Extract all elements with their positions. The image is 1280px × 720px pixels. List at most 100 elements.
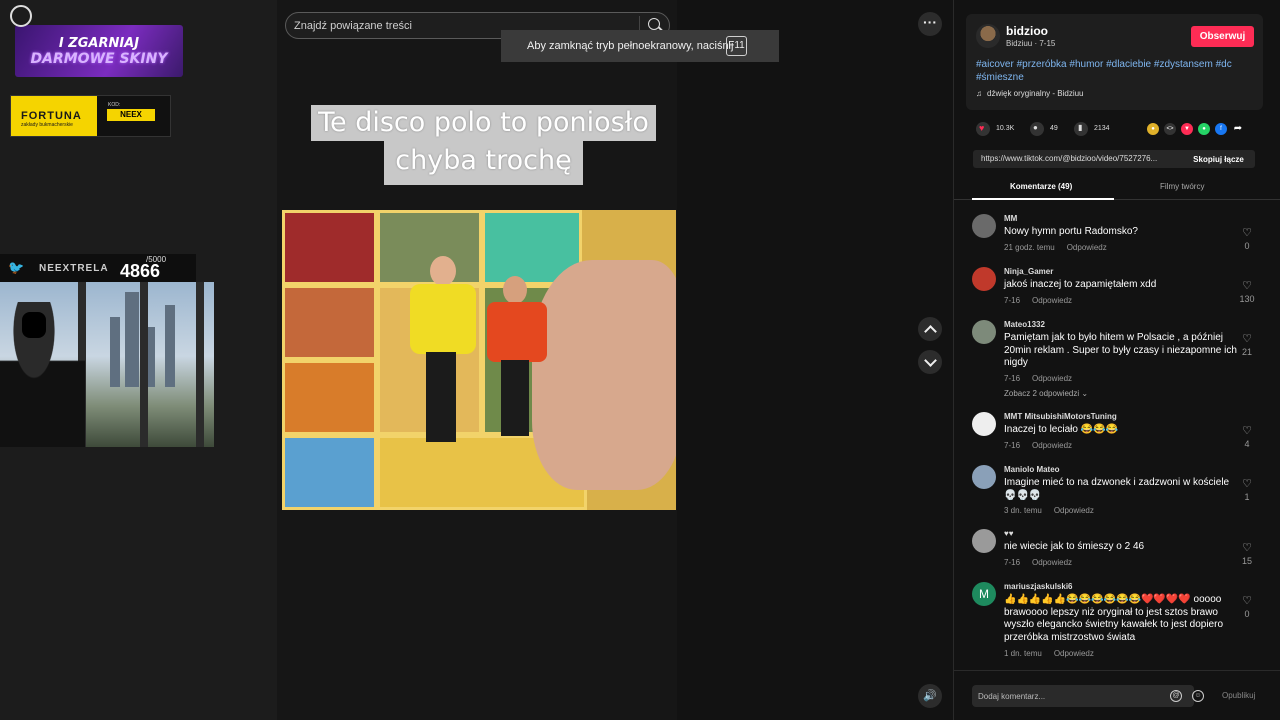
- comment-like[interactable]: ♡ 1: [1237, 479, 1257, 503]
- comment-item: MMT MitsubishiMotorsTuning Inaczej to le…: [972, 412, 1262, 452]
- saves-count: 2134: [1094, 125, 1110, 132]
- reply-link[interactable]: Odpowiedz: [1054, 649, 1094, 658]
- comment-like[interactable]: ♡ 0: [1237, 228, 1257, 252]
- stream-logo-icon: [10, 5, 32, 27]
- search-icon[interactable]: [648, 18, 660, 30]
- comment-username[interactable]: ♥♥: [1004, 529, 1014, 538]
- comment-like-count: 4: [1244, 439, 1250, 449]
- comment-icon[interactable]: ●: [1030, 122, 1044, 136]
- avatar[interactable]: [972, 529, 996, 553]
- city-tower: [110, 317, 120, 387]
- send-icon[interactable]: ▼: [1181, 123, 1193, 135]
- like-icon[interactable]: ♥: [976, 122, 990, 136]
- comment-text: Imagine mieć to na dzwonek i zadzwoni w …: [1004, 477, 1230, 501]
- comment-like[interactable]: ♡ 0: [1237, 596, 1257, 620]
- tiktok-fullscreen-page: I ZGARNIAJ DARMOWE SKINY FORTUNA zakłady …: [0, 0, 1280, 720]
- comment-username[interactable]: MM: [1004, 214, 1017, 223]
- chevron-up-icon[interactable]: [918, 317, 942, 341]
- comment-text: Nowy hymn portu Radomsko?: [1004, 226, 1138, 237]
- comment-item: Mateo1332 Pamiętam jak to było hitem w P…: [972, 320, 1262, 402]
- avatar[interactable]: [972, 214, 996, 238]
- whatsapp-icon[interactable]: ●: [1198, 123, 1210, 135]
- embed-icon[interactable]: <>: [1164, 123, 1176, 135]
- comment-like[interactable]: ♡ 130: [1237, 281, 1257, 305]
- avatar[interactable]: [972, 267, 996, 291]
- heart-icon[interactable]: ♡: [1237, 543, 1257, 554]
- comment-item: MM Nowy hymn portu Radomsko? 21 godz. te…: [972, 214, 1262, 254]
- bookmark-icon[interactable]: ▮: [1074, 122, 1088, 136]
- comment-item: ♥♥ nie wiecie jak to śmieszy o 2 46 7-16…: [972, 529, 1262, 569]
- comment-input[interactable]: [972, 685, 1194, 707]
- reply-link[interactable]: Odpowiedz: [1067, 243, 1107, 252]
- avatar[interactable]: M: [972, 582, 996, 606]
- comment-meta: 7-16 Odpowiedz: [1004, 441, 1084, 450]
- comment-username[interactable]: MMT MitsubishiMotorsTuning: [1004, 412, 1117, 421]
- avatar[interactable]: [972, 465, 996, 489]
- fortuna-logo: FORTUNA zakłady bukmacherskie: [11, 96, 97, 136]
- post-comment-button[interactable]: Opublikuj: [1222, 691, 1255, 700]
- comment-like-count: 130: [1239, 294, 1255, 304]
- dancer-yellow: [410, 256, 476, 446]
- comment-username[interactable]: Ninja_Gamer: [1004, 267, 1053, 276]
- hashtags[interactable]: #aicover #przeróbka #humor #dlaciebie #z…: [976, 58, 1246, 84]
- reply-link[interactable]: Odpowiedz: [1032, 441, 1072, 450]
- comment-meta: 3 dn. temu Odpowiedz: [1004, 506, 1106, 515]
- heart-icon[interactable]: ♡: [1237, 426, 1257, 437]
- sound-link[interactable]: ♫ dźwięk oryginalny - Bidziuu: [976, 89, 1084, 98]
- comment-like-count: 1: [1244, 492, 1250, 502]
- grid-cell: [282, 435, 377, 510]
- chevron-down-icon: ⌄: [1081, 389, 1089, 398]
- author-avatar[interactable]: [976, 24, 1000, 48]
- comment-time: 3 dn. temu: [1004, 506, 1042, 515]
- comment-time: 1 dn. temu: [1004, 649, 1042, 658]
- chevron-down-icon[interactable]: [918, 350, 942, 374]
- grid-cell: [282, 210, 377, 285]
- avatar[interactable]: [972, 320, 996, 344]
- video-url[interactable]: https://www.tiktok.com/@bidzioo/video/75…: [981, 154, 1171, 163]
- twitter-icon: 🐦: [8, 260, 25, 275]
- comment-composer: @ ☺ Opublikuj: [954, 670, 1280, 720]
- heart-icon[interactable]: ♡: [1237, 281, 1257, 292]
- comment-time: 7-16: [1004, 374, 1021, 383]
- comment-like[interactable]: ♡ 15: [1237, 543, 1257, 567]
- tab-creator-videos[interactable]: Filmy twórcy: [1160, 182, 1204, 191]
- facebook-icon[interactable]: f: [1215, 123, 1227, 135]
- view-replies-link[interactable]: Zobacz 2 odpowiedzi ⌄: [1004, 389, 1088, 398]
- coin-icon[interactable]: ●: [1147, 123, 1159, 135]
- follow-button[interactable]: Obserwuj: [1191, 26, 1254, 47]
- dancer-red: [487, 276, 547, 436]
- reply-link[interactable]: Odpowiedz: [1032, 296, 1072, 305]
- reply-link[interactable]: Odpowiedz: [1032, 558, 1072, 567]
- mention-icon[interactable]: @: [1170, 690, 1182, 702]
- grid-cell: [282, 285, 377, 360]
- fortuna-code: NEEX: [107, 109, 155, 121]
- comment-username[interactable]: Maniolo Mateo: [1004, 465, 1060, 474]
- likes-count: 10.3K: [996, 125, 1015, 132]
- comment-text: Pamiętam jak to było hitem w Polsacie , …: [1004, 332, 1237, 368]
- heart-icon[interactable]: ♡: [1237, 334, 1257, 345]
- counter-name: NEEXTRELA: [39, 263, 109, 274]
- comment-text: nie wiecie jak to śmieszy o 2 46: [1004, 541, 1145, 552]
- comment-meta: 7-16 Odpowiedz: [1004, 296, 1084, 305]
- heart-icon[interactable]: ♡: [1237, 479, 1257, 490]
- emoji-icon[interactable]: ☺: [1192, 690, 1204, 702]
- more-icon[interactable]: ···: [918, 12, 942, 36]
- comment-username[interactable]: Mateo1332: [1004, 320, 1045, 329]
- author-name[interactable]: bidzioo: [1006, 24, 1048, 38]
- promo-line2: DARMOWE SKINY: [30, 51, 168, 67]
- comment-like-count: 15: [1241, 556, 1252, 566]
- share-arrow-icon[interactable]: ➦: [1232, 123, 1244, 135]
- heart-icon[interactable]: ♡: [1237, 596, 1257, 607]
- comment-like[interactable]: ♡ 4: [1237, 426, 1257, 450]
- volume-icon[interactable]: 🔊: [918, 684, 942, 708]
- heart-icon[interactable]: ♡: [1237, 228, 1257, 239]
- comment-like[interactable]: ♡ 21: [1237, 334, 1257, 358]
- comment-username[interactable]: mariuszjaskulski6: [1004, 582, 1072, 591]
- tab-comments[interactable]: Komentarze (49): [1010, 182, 1072, 191]
- reply-link[interactable]: Odpowiedz: [1032, 374, 1072, 383]
- video-frame[interactable]: [282, 210, 676, 510]
- comment-tabs: Komentarze (49) Filmy twórcy: [954, 176, 1280, 200]
- reply-link[interactable]: Odpowiedz: [1054, 506, 1094, 515]
- copy-link-button[interactable]: Skopiuj łącze: [1182, 150, 1255, 168]
- avatar[interactable]: [972, 412, 996, 436]
